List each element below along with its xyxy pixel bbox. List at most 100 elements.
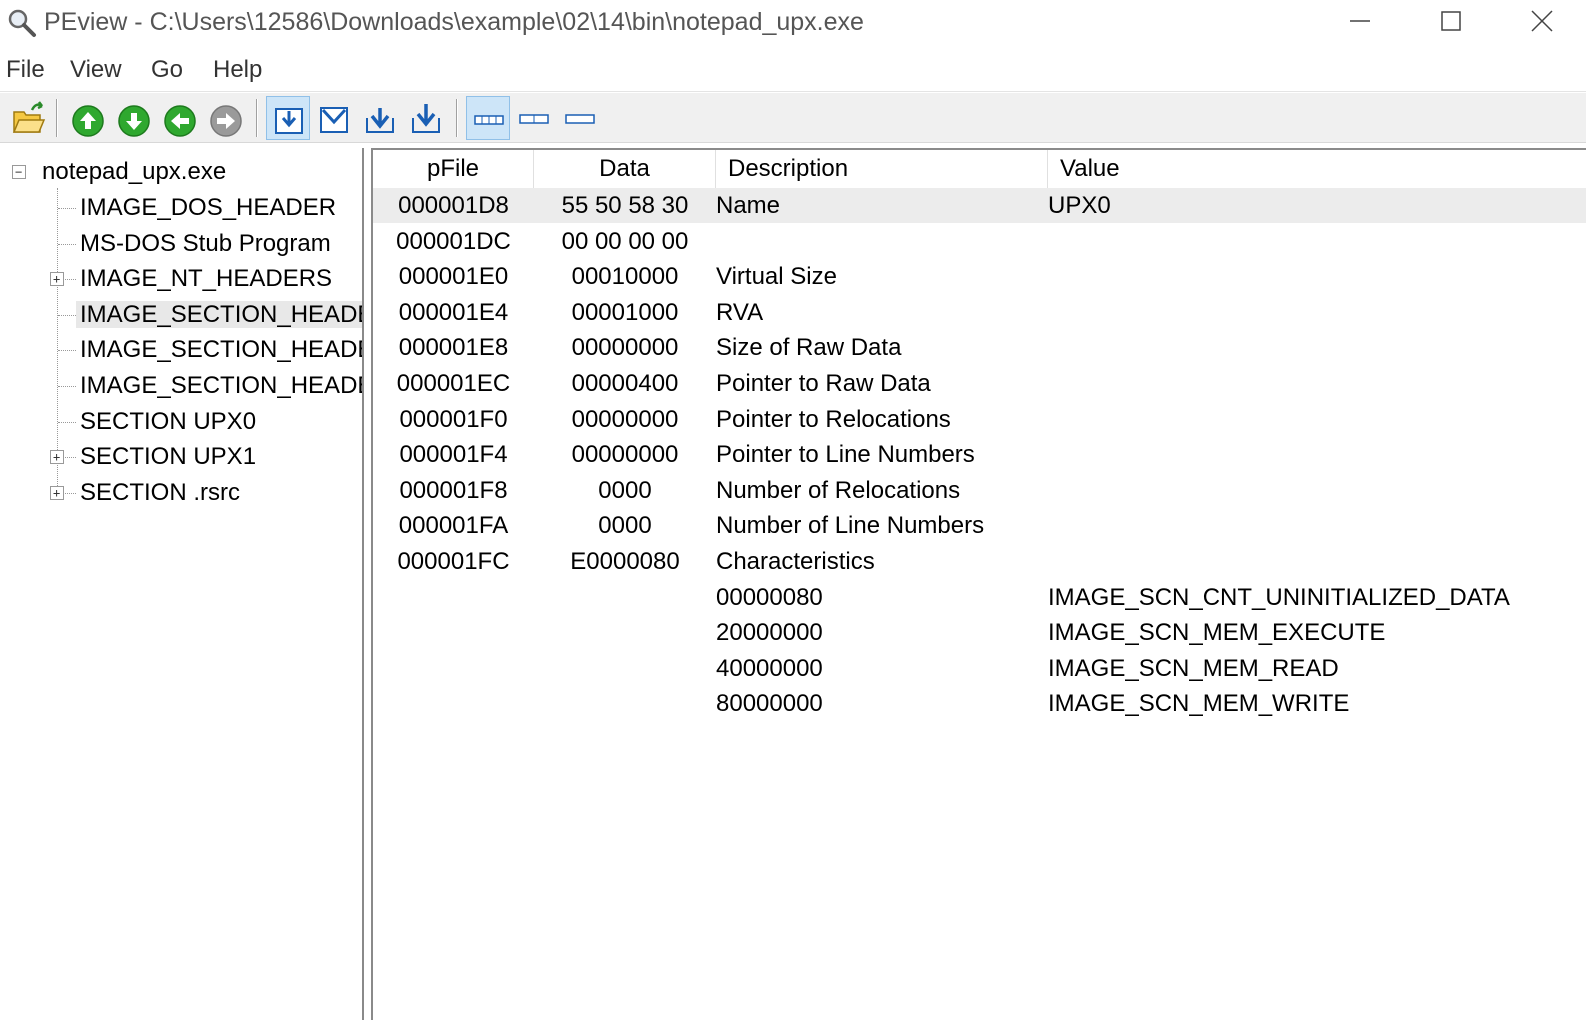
view-export-button[interactable] <box>358 96 402 140</box>
table-row[interactable]: 40000000 IMAGE_SCN_MEM_READ <box>373 651 1586 686</box>
cell-pfile: 000001E4 <box>398 298 509 326</box>
table-row[interactable]: 000001DC 00 00 00 00 <box>373 224 1586 259</box>
close-button[interactable] <box>1506 0 1576 44</box>
view-import-icon <box>412 104 440 133</box>
cell-description: 00000080 <box>716 583 823 611</box>
column-header-value[interactable]: Value <box>1048 150 1586 188</box>
table-row[interactable]: 000001E0 00010000 Virtual Size <box>373 259 1586 294</box>
cell-description: Virtual Size <box>716 263 837 291</box>
table-row[interactable]: 000001E4 00001000 RVA <box>373 295 1586 330</box>
view-raw-icon <box>275 108 303 134</box>
collapse-root-toggle[interactable]: − <box>12 165 26 179</box>
column-header-description[interactable]: Description <box>716 150 1048 188</box>
expand-toggle[interactable]: + <box>50 450 64 465</box>
column-header-pfile[interactable]: pFile <box>373 150 534 188</box>
go-back-button[interactable] <box>158 96 202 140</box>
minimize-button[interactable] <box>1324 0 1394 44</box>
tree-item[interactable]: IMAGE_SECTION_HEADER UPX0 <box>76 298 362 332</box>
cell-pfile: 000001E8 <box>398 334 509 362</box>
table-row[interactable]: 000001E8 00000000 Size of Raw Data <box>373 330 1586 365</box>
open-file-button[interactable] <box>6 96 50 140</box>
view-export-icon <box>366 108 394 133</box>
cell-data: 0000 <box>598 476 652 504</box>
cell-data: 55 50 58 30 <box>561 192 689 219</box>
word-view-icon <box>519 114 549 124</box>
detail-table: pFile Data Description Value 000001D8 55 … <box>371 148 1586 1020</box>
dword-view-icon <box>565 114 595 124</box>
view-raw-button[interactable] <box>266 96 310 140</box>
table-row[interactable]: 000001F0 00000000 Pointer to Relocations <box>373 402 1586 437</box>
cell-description: 80000000 <box>716 690 823 718</box>
table-row[interactable]: 000001EC 00000400 Pointer to Raw Data <box>373 366 1586 401</box>
tree-item[interactable]: MS-DOS Stub Program <box>76 227 335 261</box>
cell-description: Pointer to Raw Data <box>716 370 931 397</box>
tree-view[interactable]: − notepad_upx.exe IMAGE_DOS_HEADER MS-DOS… <box>0 148 364 1020</box>
cell-description: RVA <box>716 298 764 326</box>
maximize-icon <box>1441 11 1461 31</box>
go-up-button[interactable] <box>66 96 110 140</box>
tree-item[interactable]: IMAGE_NT_HEADERS <box>76 262 336 296</box>
expand-toggle[interactable]: + <box>50 272 64 287</box>
table-row[interactable]: 000001F8 0000 Number of Relocations <box>373 473 1586 508</box>
table-row[interactable]: 000001FA 0000 Number of Line Numbers <box>373 508 1586 543</box>
byte-view-button[interactable] <box>466 96 510 140</box>
tree-item[interactable]: SECTION UPX0 <box>76 405 260 439</box>
cell-pfile: 000001FA <box>398 512 509 540</box>
cell-data: 00000000 <box>571 405 679 433</box>
table-row[interactable]: 20000000 IMAGE_SCN_MEM_EXECUTE <box>373 615 1586 650</box>
view-hex-icon <box>320 107 348 133</box>
cell-pfile: 000001EC <box>396 370 511 397</box>
cell-description: Pointer to Relocations <box>716 405 951 433</box>
view-hex-button[interactable] <box>312 96 356 140</box>
menu-help[interactable]: Help <box>213 56 262 84</box>
cell-value: UPX0 <box>1048 192 1111 219</box>
menu-go[interactable]: Go <box>151 56 183 84</box>
table-row[interactable]: 000001FC E0000080 Characteristics <box>373 544 1586 579</box>
expand-toggle[interactable]: + <box>50 485 64 500</box>
cell-data: 00010000 <box>571 263 679 291</box>
table-row[interactable]: 80000000 IMAGE_SCN_MEM_WRITE <box>373 686 1586 721</box>
cell-data: 0000 <box>598 512 652 540</box>
table-row[interactable]: 000001F4 00000000 Pointer to Line Numbers <box>373 437 1586 472</box>
go-down-icon <box>118 105 150 137</box>
magnifier-icon <box>8 9 36 37</box>
cell-data: 00 00 00 00 <box>561 227 689 255</box>
cell-value: IMAGE_SCN_CNT_UNINITIALIZED_DATA <box>1048 583 1510 611</box>
table-row[interactable]: 00000080 IMAGE_SCN_CNT_UNINITIALIZED_DATA <box>373 580 1586 615</box>
cell-data: 00001000 <box>571 298 679 326</box>
tree-item[interactable]: IMAGE_SECTION_HEADER .rsrc <box>76 369 362 403</box>
cell-data: 00000400 <box>571 370 679 397</box>
table-row[interactable]: 000001D8 55 50 58 30 Name UPX0 <box>373 188 1586 223</box>
menu-file[interactable]: File <box>6 56 45 84</box>
maximize-button[interactable] <box>1415 0 1485 44</box>
tree-item[interactable]: SECTION .rsrc <box>76 476 244 510</box>
cell-pfile: 000001E0 <box>398 263 509 291</box>
column-header-data[interactable]: Data <box>534 150 716 188</box>
tree-item[interactable]: SECTION UPX1 <box>76 440 260 474</box>
go-up-icon <box>72 105 104 137</box>
menu-view[interactable]: View <box>70 56 122 84</box>
cell-data: E0000080 <box>570 548 680 575</box>
go-forward-button[interactable] <box>204 96 248 140</box>
cell-pfile: 000001D8 <box>398 192 509 219</box>
tree-item[interactable]: IMAGE_DOS_HEADER <box>76 191 340 225</box>
tree-item[interactable]: IMAGE_SECTION_HEADER UPX1 <box>76 333 362 367</box>
dword-view-button[interactable] <box>558 96 602 140</box>
view-import-button[interactable] <box>404 96 448 140</box>
cell-description: 20000000 <box>716 619 823 647</box>
cell-data: 00000000 <box>571 334 679 362</box>
close-icon <box>1531 10 1553 32</box>
byte-view-icon <box>474 115 504 125</box>
cell-pfile: 000001DC <box>396 227 511 255</box>
minimize-icon <box>1350 20 1370 22</box>
menu-bar: File View Go Help <box>0 50 1586 92</box>
cell-pfile: 000001F0 <box>399 405 508 433</box>
title-bar: PEview - C:\Users\12586\Downloads\exampl… <box>0 0 1586 46</box>
cell-pfile: 000001F8 <box>399 476 508 504</box>
window-title: PEview - C:\Users\12586\Downloads\exampl… <box>44 8 864 36</box>
cell-description: Pointer to Line Numbers <box>716 441 975 469</box>
go-down-button[interactable] <box>112 96 156 140</box>
cell-value: IMAGE_SCN_MEM_EXECUTE <box>1048 619 1386 647</box>
word-view-button[interactable] <box>512 96 556 140</box>
tree-root[interactable]: notepad_upx.exe <box>38 155 230 189</box>
